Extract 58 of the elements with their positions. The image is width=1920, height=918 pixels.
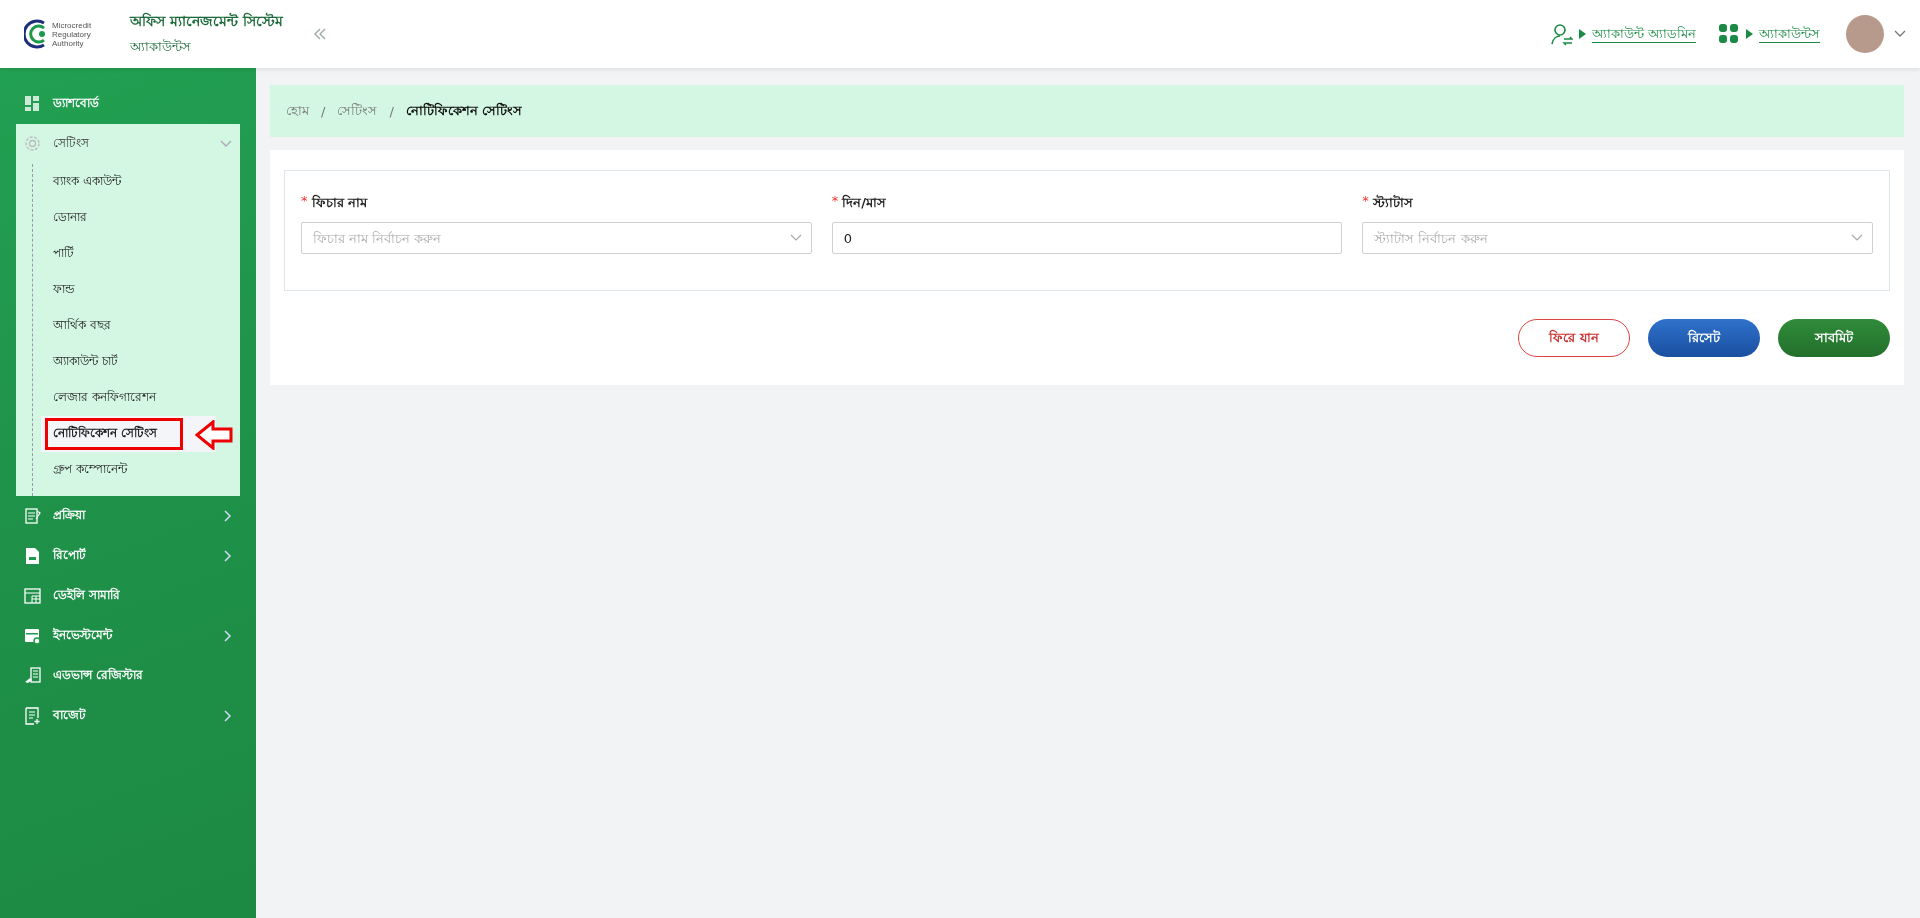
field-label: দিন/মাস bbox=[842, 193, 886, 212]
field-label: স্ট্যাটাস bbox=[1372, 193, 1413, 212]
required-mark: * bbox=[1362, 193, 1369, 210]
submenu-item[interactable]: লেজার কনফিগারেশন bbox=[33, 380, 216, 416]
select-field[interactable]: স্ট্যাটাস নির্বাচন করুন bbox=[1362, 222, 1873, 254]
sidebar-item[interactable]: বাজেট bbox=[16, 696, 240, 736]
notepad-icon bbox=[24, 507, 41, 525]
submenu-item[interactable]: পার্টি bbox=[33, 236, 216, 272]
document-plus-icon bbox=[24, 707, 41, 725]
field-label: ফিচার নাম bbox=[311, 193, 368, 212]
caret-icon bbox=[1578, 29, 1586, 39]
user-switch-icon bbox=[1550, 22, 1573, 46]
submenu-item[interactable]: অ্যাকাউন্ট চার্ট bbox=[33, 344, 216, 380]
submit-button[interactable]: সাবমিট bbox=[1778, 319, 1890, 357]
input-field[interactable]: 0 bbox=[831, 222, 1343, 254]
document-icon bbox=[24, 547, 41, 565]
nav-link[interactable]: অ্যাকাউন্ট অ্যাডমিন bbox=[1591, 23, 1696, 45]
submenu-item[interactable]: আর্থিক বছর bbox=[33, 308, 216, 344]
nav-link[interactable]: অ্যাকাউন্টস bbox=[1759, 23, 1820, 45]
required-mark: * bbox=[301, 193, 308, 210]
arrow-icon bbox=[195, 420, 233, 450]
breadcrumb-current: নোটিফিকেশন সেটিংস bbox=[405, 101, 523, 120]
required-mark: * bbox=[831, 193, 839, 210]
collapse-icon[interactable] bbox=[312, 27, 327, 41]
app-subtitle: অ্যাকাউন্টস bbox=[130, 38, 192, 56]
reset-button[interactable]: রিসেট bbox=[1648, 319, 1760, 357]
sidebar-item[interactable]: ড্যাশবোর্ড bbox=[16, 84, 240, 124]
chevron-down-icon[interactable] bbox=[1894, 30, 1906, 38]
breadcrumb-separator: / bbox=[389, 103, 394, 119]
apps-icon bbox=[1718, 22, 1740, 46]
sidebar-item[interactable]: ডেইলি সামারি bbox=[16, 576, 240, 616]
settings-icon bbox=[24, 135, 41, 153]
register-icon bbox=[24, 667, 41, 685]
submenu-item[interactable]: গ্রুপ কম্পোনেন্ট bbox=[33, 452, 216, 488]
sidebar-item[interactable]: রিপোর্ট bbox=[16, 536, 240, 576]
dashboard-icon bbox=[24, 95, 41, 113]
chevron-down-icon bbox=[1851, 234, 1863, 242]
logo-text: Microcredit bbox=[52, 20, 92, 30]
logo-text: Authority bbox=[52, 38, 84, 48]
breadcrumb-link[interactable]: হোম bbox=[286, 100, 309, 122]
table-icon bbox=[24, 587, 41, 605]
back-button[interactable]: ফিরে যান bbox=[1518, 319, 1630, 357]
sidebar-item[interactable]: সেটিংস bbox=[16, 124, 240, 164]
caret-icon bbox=[1746, 29, 1753, 39]
breadcrumb-link[interactable]: সেটিংস bbox=[337, 100, 378, 122]
sidebar-item[interactable]: এডভান্স রেজিস্টার bbox=[16, 656, 240, 696]
sidebar-item[interactable]: প্রক্রিয়া bbox=[16, 496, 240, 536]
logo-text: Regulatory bbox=[52, 29, 92, 39]
submenu-item[interactable]: ব্যাংক একাউন্ট bbox=[33, 164, 216, 200]
breadcrumb-separator: / bbox=[321, 103, 326, 119]
submenu-item[interactable]: ফান্ড bbox=[33, 272, 216, 308]
select-field[interactable]: ফিচার নাম নির্বাচন করুন bbox=[301, 222, 812, 254]
submenu-item[interactable]: ডোনার bbox=[33, 200, 216, 236]
sidebar-item[interactable]: ইনভেস্টমেন্ট bbox=[16, 616, 240, 656]
app-title: অফিস ম্যানেজমেন্ট সিস্টেম bbox=[130, 11, 283, 31]
chevron-down-icon bbox=[789, 234, 802, 242]
card-gear-icon bbox=[24, 627, 41, 645]
avatar[interactable] bbox=[1846, 15, 1884, 53]
